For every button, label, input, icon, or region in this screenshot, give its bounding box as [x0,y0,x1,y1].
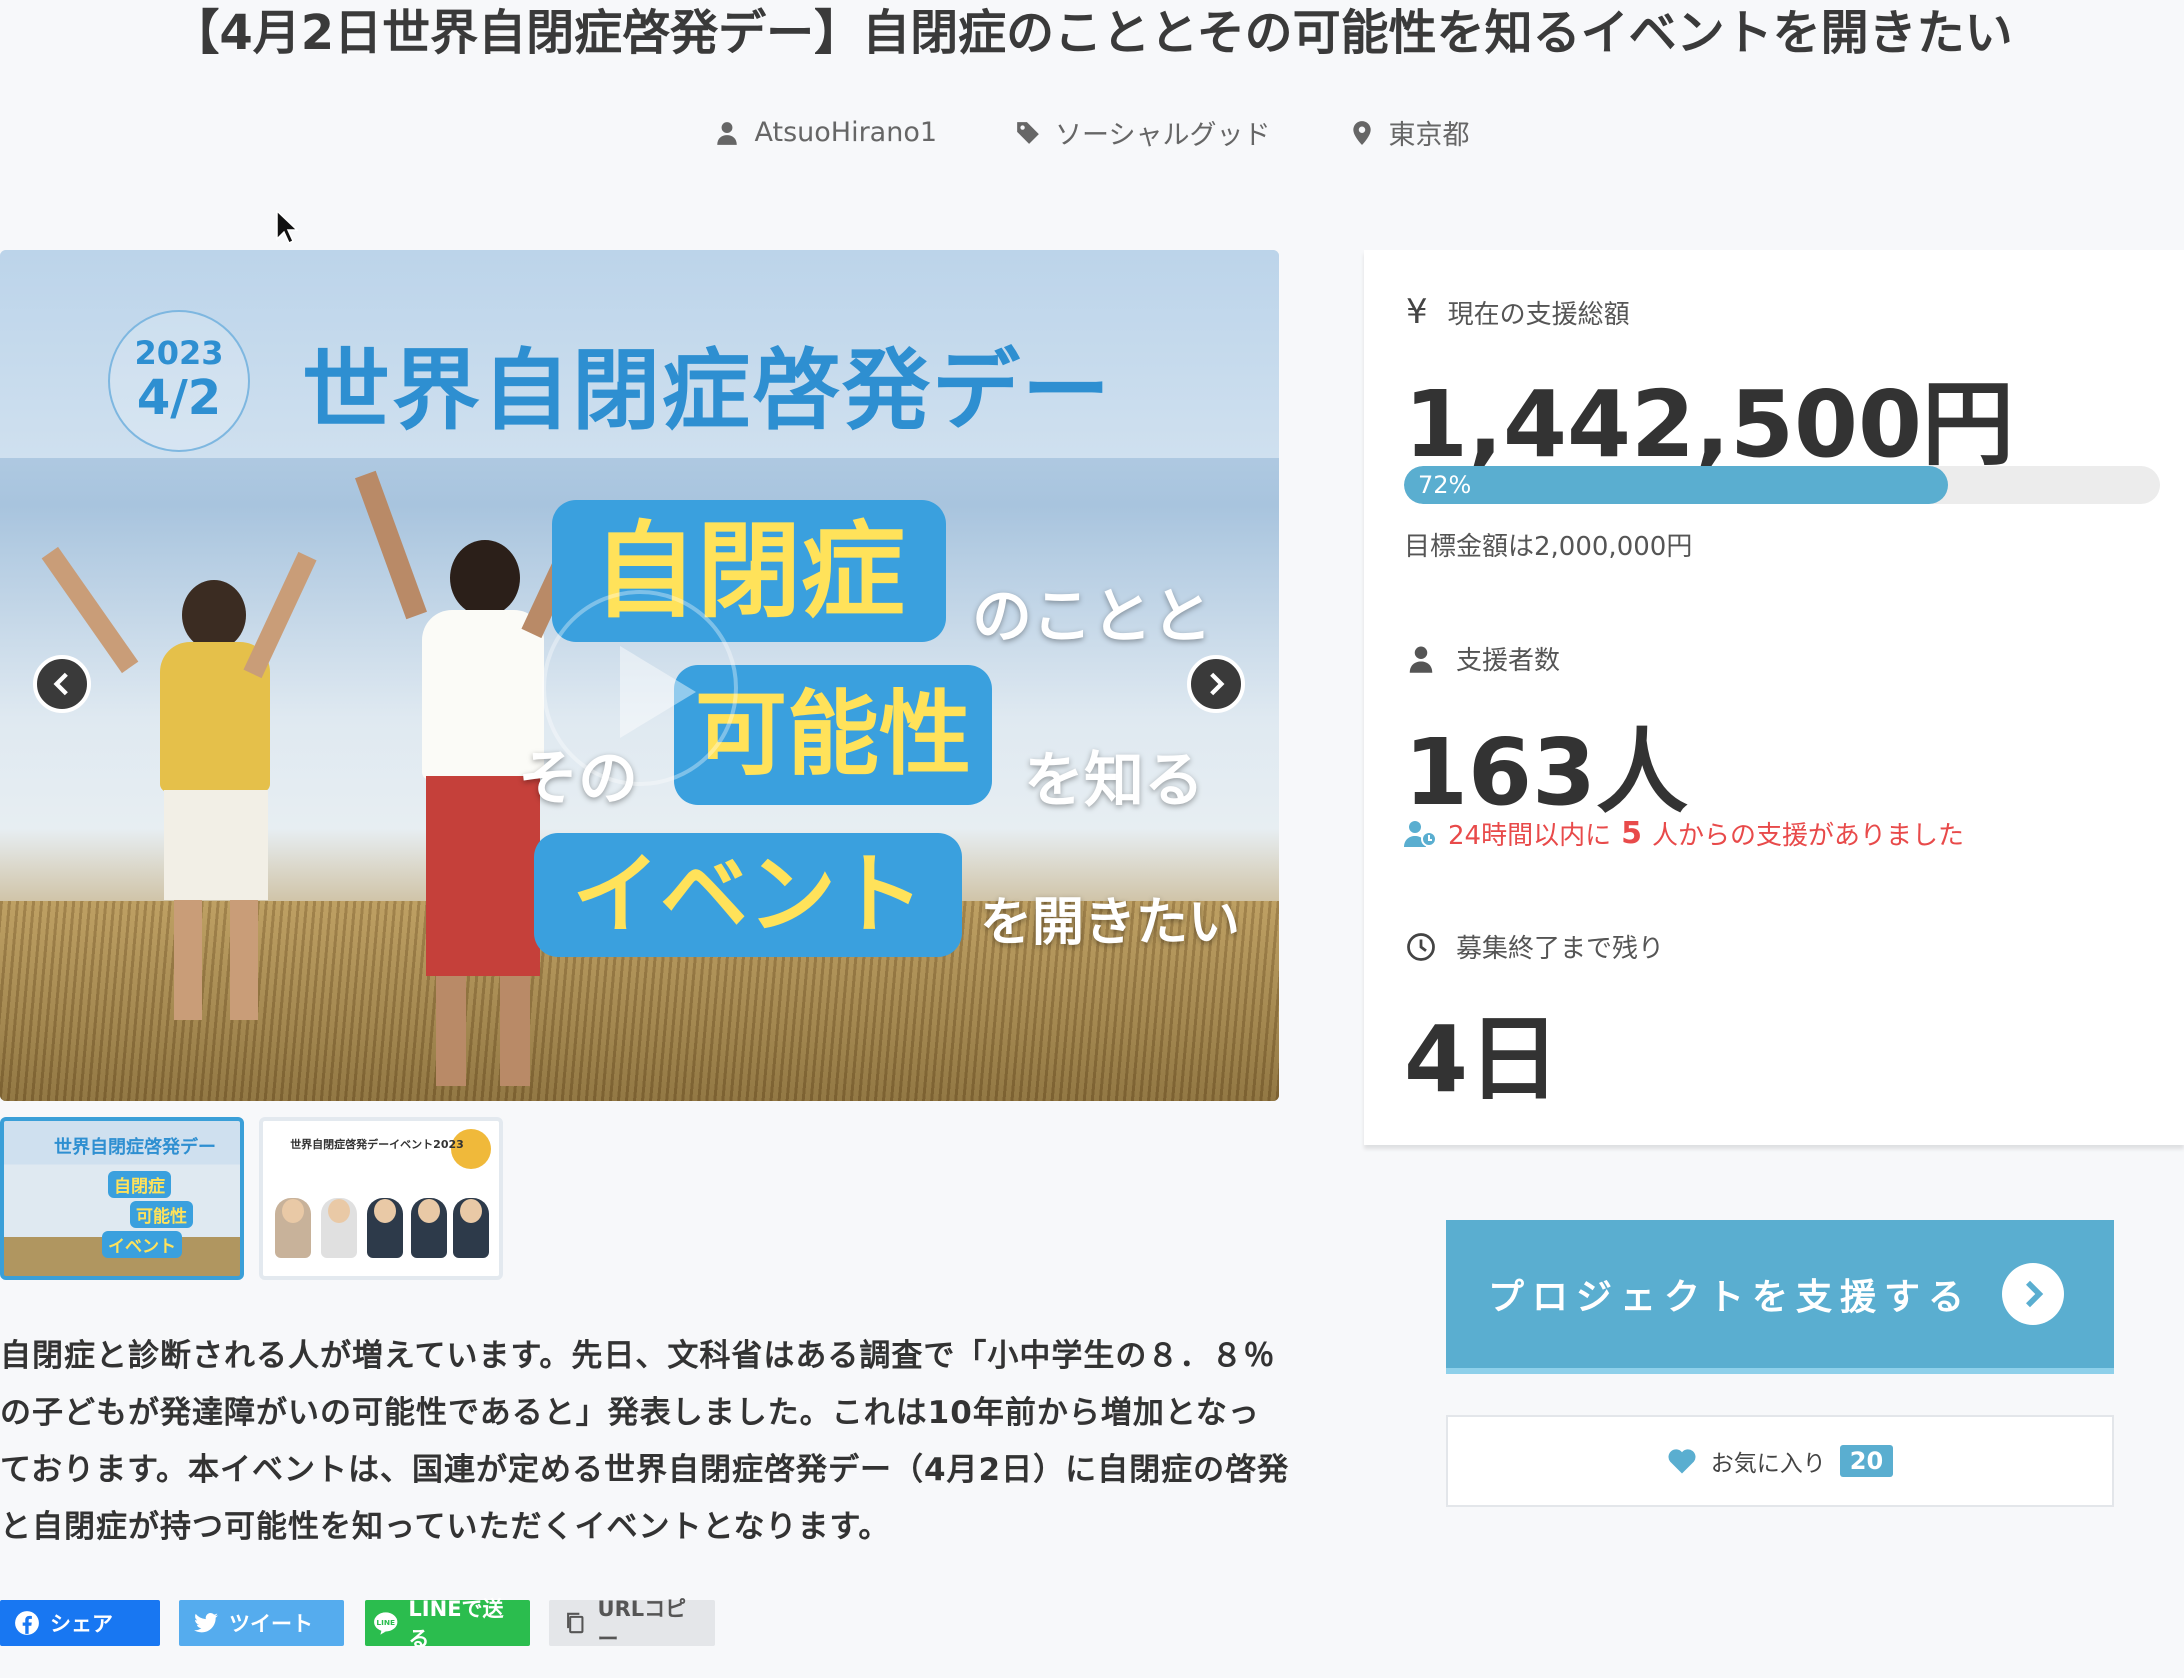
slide-heading: 世界自閉症啓発デー [302,339,1113,442]
meta-category[interactable]: ソーシャルグッド [1015,113,1271,152]
chevron-right-icon [1210,672,1225,696]
remaining-days: 4日 [1404,1006,1561,1113]
line-icon: LINE [374,1612,398,1635]
twitter-share-label: ツイート [229,1612,313,1636]
slider-next-button[interactable] [1187,655,1245,713]
project-description: 自閉症と診断される人が増えています。先日、文科省はある調査で「小中学生の８．８％… [0,1338,1290,1545]
total-label: 現在の支援総額 [1447,299,1630,330]
slider-prev-button[interactable] [33,655,91,713]
category-name: ソーシャルグッド [1055,120,1271,151]
chevron-left-icon [53,672,68,696]
slide-text-1: のことと [972,582,1212,652]
recent-prefix: 24時間以内に [1448,821,1612,851]
favorite-label: お気に入り [1710,1451,1826,1477]
thumb1-box-2: 可能性 [130,1201,193,1228]
funding-stats-card: ¥ 現在の支援総額 1,442,500円 72% 目標金額は2,000,000円… [1364,250,2184,1145]
copy-icon [567,1612,584,1634]
thumb2-head [328,1199,350,1223]
meta-location[interactable]: 東京都 [1349,113,1470,152]
goal-amount: 目標金額は2,000,000円 [1404,532,1693,562]
clock-icon [1407,932,1435,961]
tag-icon [1017,121,1039,144]
mouse-cursor-icon [276,210,298,244]
slide-box-event: イベント [534,833,962,957]
author-name: AtsuoHirano1 [754,117,938,148]
slide-text-4: を開きたい [980,893,1241,953]
url-copy-label: URLコピー [597,1597,687,1651]
thumb2-head [374,1199,396,1223]
recent-support-notice: 24時間以内に 5 人からの支援がありました [1404,815,1964,852]
yen-icon: ¥ [1406,292,1428,332]
chevron-right-circle-icon [2002,1263,2064,1325]
thumb1-box-3: イベント [102,1231,182,1258]
total-amount: 1,442,500円 [1404,371,2014,478]
svg-text:LINE: LINE [376,1618,395,1627]
slide-child-left [41,546,317,1070]
favorite-button[interactable]: お気に入り 20 [1446,1415,2114,1507]
thumb2-head [460,1199,482,1223]
recent-count: 5 [1621,816,1642,851]
image-slider[interactable]: 2023 4/2 世界自閉症啓発デー 自閉症 のことと その 可能性 を知る イ… [0,250,1279,1101]
play-icon[interactable] [542,590,738,786]
meta-author[interactable]: AtsuoHirano1 [714,113,937,152]
map-pin-icon [1352,120,1371,145]
page-title: 【4月2日世界自閉症啓発デー】自閉症のこととその可能性を知るイベントを開きたい [171,5,2013,61]
thumbnail-2[interactable]: 世界自閉症啓発デーイベント2023 [259,1117,503,1280]
funding-progress-bar: 72% [1404,466,2160,504]
twitter-icon [194,1613,218,1633]
slide-date-badge: 2023 4/2 [108,310,250,452]
thumb2-head [418,1199,440,1223]
user-icon [1409,646,1433,673]
twitter-share-button[interactable]: ツイート [179,1600,344,1646]
thumb1-heading: 世界自閉症啓発デー [54,1137,216,1158]
supporters-label: 支援者数 [1456,646,1561,676]
slide-text-3: を知る [1024,746,1204,816]
total-label-row: ¥ 現在の支援総額 [1406,292,1630,332]
thumbnail-1[interactable]: 世界自閉症啓発デー 自閉症 可能性 イベント [0,1117,244,1280]
project-meta: AtsuoHirano1 ソーシャルグッド 東京都 [0,113,2184,152]
remaining-label-row: 募集終了まで残り [1406,928,1664,965]
location-name: 東京都 [1388,120,1470,151]
heart-icon [1668,1449,1696,1474]
remaining-label: 募集終了まで残り [1456,934,1665,964]
support-project-button[interactable]: プロジェクトを支援する [1446,1220,2114,1374]
slide-year: 2023 [134,334,224,372]
line-share-button[interactable]: LINE LINEで送る [365,1597,530,1651]
user-icon [717,121,738,145]
facebook-share-button[interactable]: シェア [0,1600,160,1646]
line-share-label: LINEで送る [408,1597,504,1651]
facebook-icon [15,1611,39,1635]
thumb2-heading: 世界自閉症啓発デーイベント2023 [290,1138,464,1151]
support-project-label: プロジェクトを支援する [1488,1277,1973,1318]
thumb2-head [282,1199,304,1223]
chevron-right-icon [2026,1280,2044,1308]
facebook-share-label: シェア [50,1612,113,1636]
supporters-count: 163人 [1404,719,1689,826]
url-copy-button[interactable]: URLコピー [549,1597,715,1651]
slide-child-right [355,470,601,1100]
recent-suffix: 人からの支援がありました [1651,821,1964,851]
favorite-count-badge: 20 [1839,1445,1894,1477]
slide-date: 4/2 [136,370,222,426]
funding-progress-fill: 72% [1404,466,1949,504]
users-clock-icon [1404,820,1437,847]
supporters-label-row: 支援者数 [1406,640,1560,677]
thumb1-box-1: 自閉症 [108,1171,171,1198]
